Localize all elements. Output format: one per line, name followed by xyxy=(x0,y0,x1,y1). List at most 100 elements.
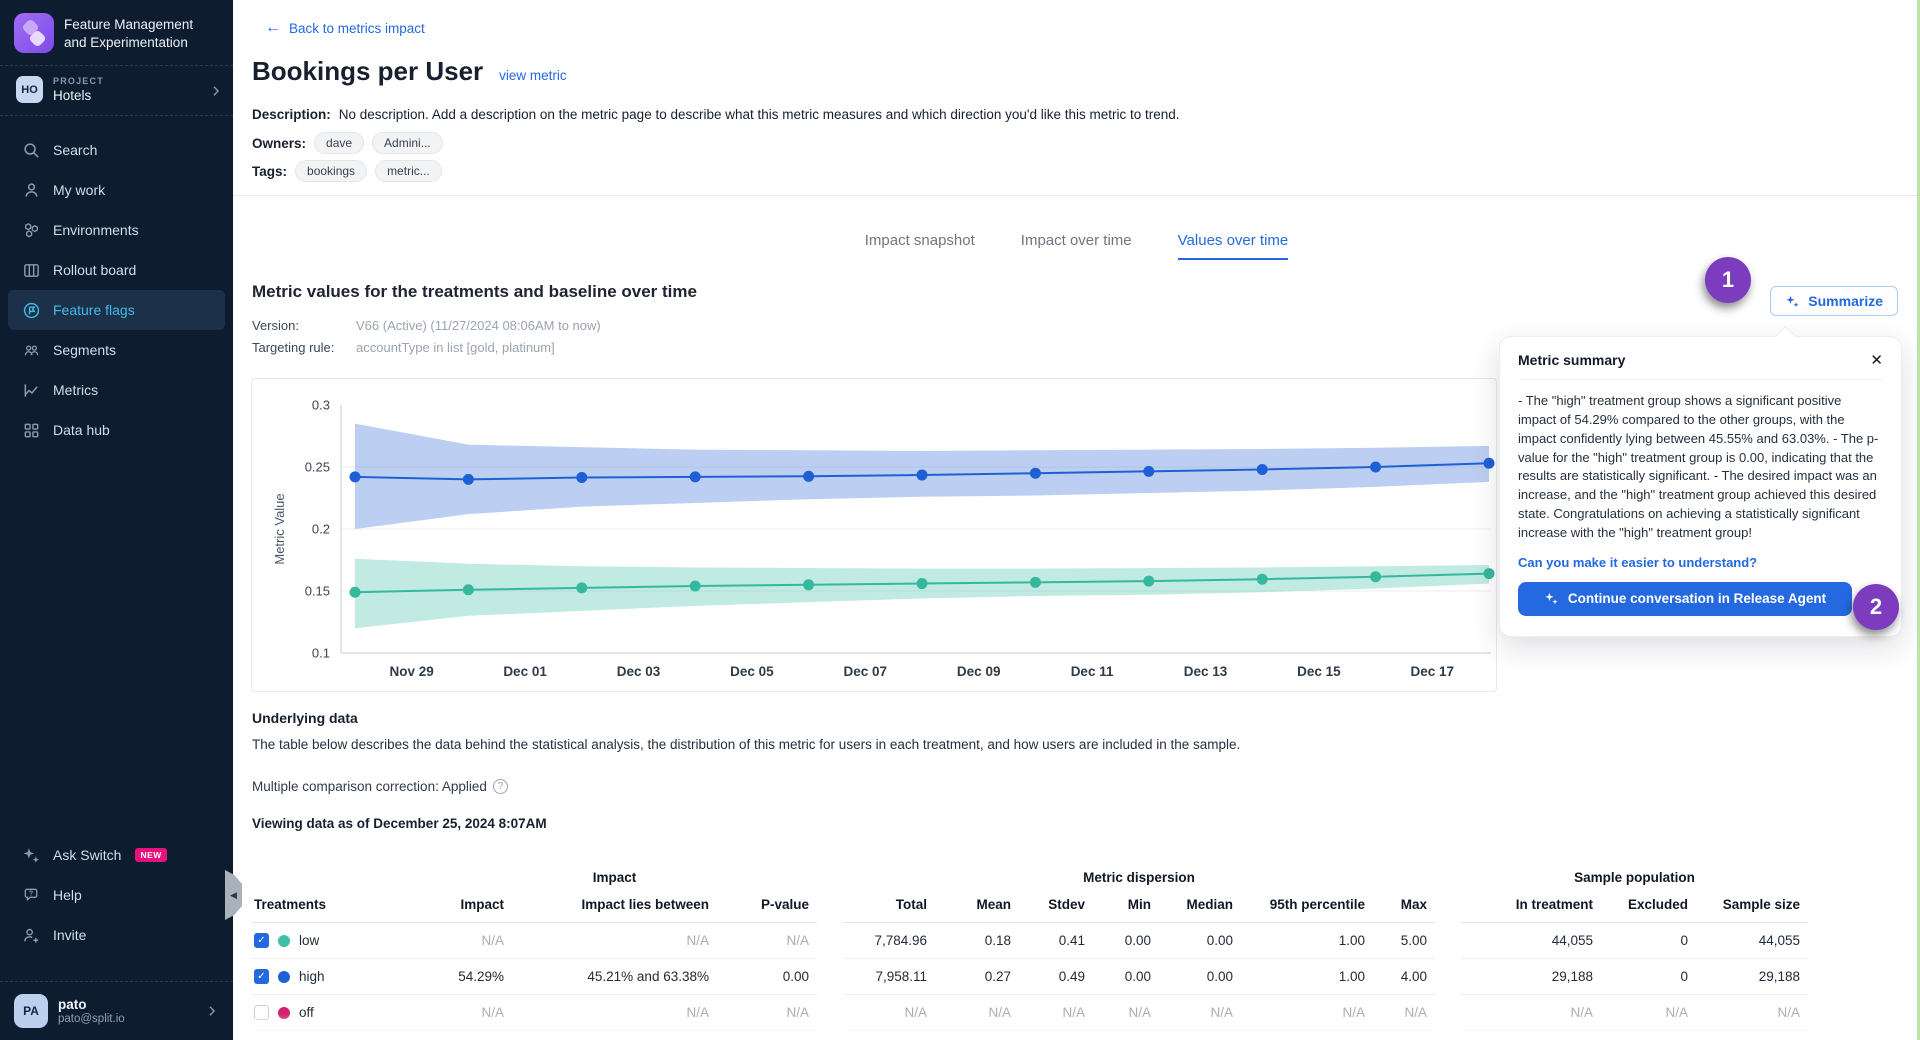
close-icon[interactable]: ✕ xyxy=(1870,353,1883,368)
svg-text:Dec 09: Dec 09 xyxy=(957,664,1001,679)
brand: Feature Managementand Experimentation xyxy=(0,0,233,65)
popover-title: Metric summary xyxy=(1518,352,1625,368)
treatment-checkbox-high[interactable]: ✓ xyxy=(254,969,269,984)
section-title: Metric values for the treatments and bas… xyxy=(252,282,697,302)
version-label: Version: xyxy=(252,318,356,333)
table-cell: N/A xyxy=(1019,995,1093,1031)
table-cell: 7,784.96 xyxy=(843,923,935,959)
table-cell: N/A xyxy=(1696,995,1808,1031)
svg-text:Metric Value: Metric Value xyxy=(272,493,287,564)
spacer xyxy=(817,891,843,923)
treatment-cell-high: ✓ high xyxy=(252,959,412,995)
view-metric-link[interactable]: view metric xyxy=(499,68,567,83)
table-cell: 54.29% xyxy=(412,959,512,995)
data-hub-icon xyxy=(22,421,41,440)
search-icon xyxy=(22,141,41,160)
group-header-metric-dispersion: Metric dispersion xyxy=(843,866,1435,891)
sidebar-item-rollout-board[interactable]: Rollout board xyxy=(8,250,225,290)
sidebar-item-search[interactable]: Search xyxy=(8,130,225,170)
sidebar-item-ask-switch[interactable]: Ask SwitchNEW xyxy=(8,835,225,875)
svg-text:Dec 05: Dec 05 xyxy=(730,664,774,679)
info-icon[interactable]: ? xyxy=(493,779,508,794)
column-header-mean: Mean xyxy=(935,891,1019,923)
my-work-icon xyxy=(22,181,41,200)
divider xyxy=(233,195,1920,196)
table-cell: 1.00 xyxy=(1241,923,1373,959)
table-cell: N/A xyxy=(412,995,512,1031)
table-cell: 4.00 xyxy=(1373,959,1435,995)
treatment-label: high xyxy=(299,969,325,984)
targeting-rule-value: accountType in list [gold, platinum] xyxy=(356,340,555,355)
metrics-icon xyxy=(22,381,41,400)
table-cell: N/A xyxy=(935,995,1019,1031)
table-cell: 44,055 xyxy=(1696,923,1808,959)
help-icon: ? xyxy=(22,886,41,905)
treatment-color-dot xyxy=(278,971,290,983)
brand-title: Feature Managementand Experimentation xyxy=(64,13,193,51)
sidebar: Feature Managementand Experimentation HO… xyxy=(0,0,233,1040)
table-cell: N/A xyxy=(843,995,935,1031)
sidebar-item-metrics[interactable]: Metrics xyxy=(8,370,225,410)
column-header-max: Max xyxy=(1373,891,1435,923)
easier-to-understand-link[interactable]: Can you make it easier to understand? xyxy=(1518,555,1883,570)
tab-impact-over-time[interactable]: Impact over time xyxy=(1021,232,1132,260)
table-cell: 0.41 xyxy=(1019,923,1093,959)
tags-chip[interactable]: bookings xyxy=(295,160,367,182)
tab-bar: Impact snapshot Impact over time Values ov… xyxy=(233,232,1920,260)
targeting-rule-label: Targeting rule: xyxy=(252,340,356,355)
continue-conversation-button[interactable]: Continue conversation in Release Agent xyxy=(1518,582,1852,616)
page-title: Bookings per User xyxy=(252,56,483,87)
treatment-color-dot xyxy=(278,1007,290,1019)
sidebar-item-data-hub[interactable]: Data hub xyxy=(8,410,225,450)
spacer xyxy=(1435,959,1461,995)
split-logo-icon xyxy=(14,13,54,53)
table-cell: N/A xyxy=(1241,995,1373,1031)
correction-text: Multiple comparison correction: Applied xyxy=(252,779,487,794)
sidebar-item-invite[interactable]: Invite xyxy=(8,915,225,955)
treatment-checkbox-off[interactable] xyxy=(254,1005,269,1020)
step-badge-2: 2 xyxy=(1853,584,1899,630)
treatment-label: low xyxy=(299,933,319,948)
summary-text: - The "high" treatment group shows a sig… xyxy=(1518,392,1883,543)
new-badge: NEW xyxy=(135,848,166,862)
sidebar-item-feature-flags[interactable]: Feature flags xyxy=(8,290,225,330)
sidebar-item-label: Rollout board xyxy=(53,262,136,278)
sidebar-item-help[interactable]: ?Help xyxy=(8,875,225,915)
svg-text:Dec 03: Dec 03 xyxy=(617,664,661,679)
arrow-left-icon: ← xyxy=(265,20,281,36)
group-header-impact: Impact xyxy=(412,866,817,891)
tab-values-over-time[interactable]: Values over time xyxy=(1178,232,1289,260)
sidebar-item-my-work[interactable]: My work xyxy=(8,170,225,210)
svg-text:0.1: 0.1 xyxy=(312,646,330,661)
summarize-button[interactable]: Summarize xyxy=(1770,286,1898,316)
owners-chip[interactable]: Admini... xyxy=(372,132,443,154)
sidebar-item-segments[interactable]: Segments xyxy=(8,330,225,370)
sidebar-nav: SearchMy workEnvironments Rollout board Fe… xyxy=(0,116,233,450)
spacer xyxy=(1435,995,1461,1031)
svg-text:Nov 29: Nov 29 xyxy=(390,664,434,679)
sidebar-footer-nav: Ask SwitchNEW?HelpInvite xyxy=(0,835,233,955)
sidebar-item-environments[interactable]: Environments xyxy=(8,210,225,250)
table-cell: N/A xyxy=(512,923,717,959)
table-cell: 1.00 xyxy=(1241,959,1373,995)
treatment-cell-low: ✓ low xyxy=(252,923,412,959)
table-cell: 0.00 xyxy=(1159,959,1241,995)
svg-text:Dec 17: Dec 17 xyxy=(1411,664,1455,679)
table-cell: N/A xyxy=(1093,995,1159,1031)
tags-chip[interactable]: metric... xyxy=(375,160,442,182)
back-link[interactable]: ← Back to metrics impact xyxy=(265,20,425,36)
tab-impact-snapshot[interactable]: Impact snapshot xyxy=(865,232,975,260)
table-cell: 0.00 xyxy=(1093,959,1159,995)
treatment-label: off xyxy=(299,1005,314,1020)
chevron-right-icon xyxy=(205,1004,219,1018)
user-menu[interactable]: PA pato pato@split.io xyxy=(0,981,233,1040)
popover-notch xyxy=(1775,326,1796,347)
table-cell: 45.21% and 63.38% xyxy=(512,959,717,995)
project-selector[interactable]: HO PROJECT Hotels xyxy=(0,66,233,115)
owners-chip[interactable]: dave xyxy=(314,132,364,154)
svg-text:0.3: 0.3 xyxy=(312,398,330,413)
column-header-treatments: Treatments xyxy=(252,891,412,923)
treatment-checkbox-low[interactable]: ✓ xyxy=(254,933,269,948)
metric-summary-popover: Metric summary ✕ - The "high" treatment … xyxy=(1499,336,1902,637)
column-header-sample-size: Sample size xyxy=(1696,891,1808,923)
